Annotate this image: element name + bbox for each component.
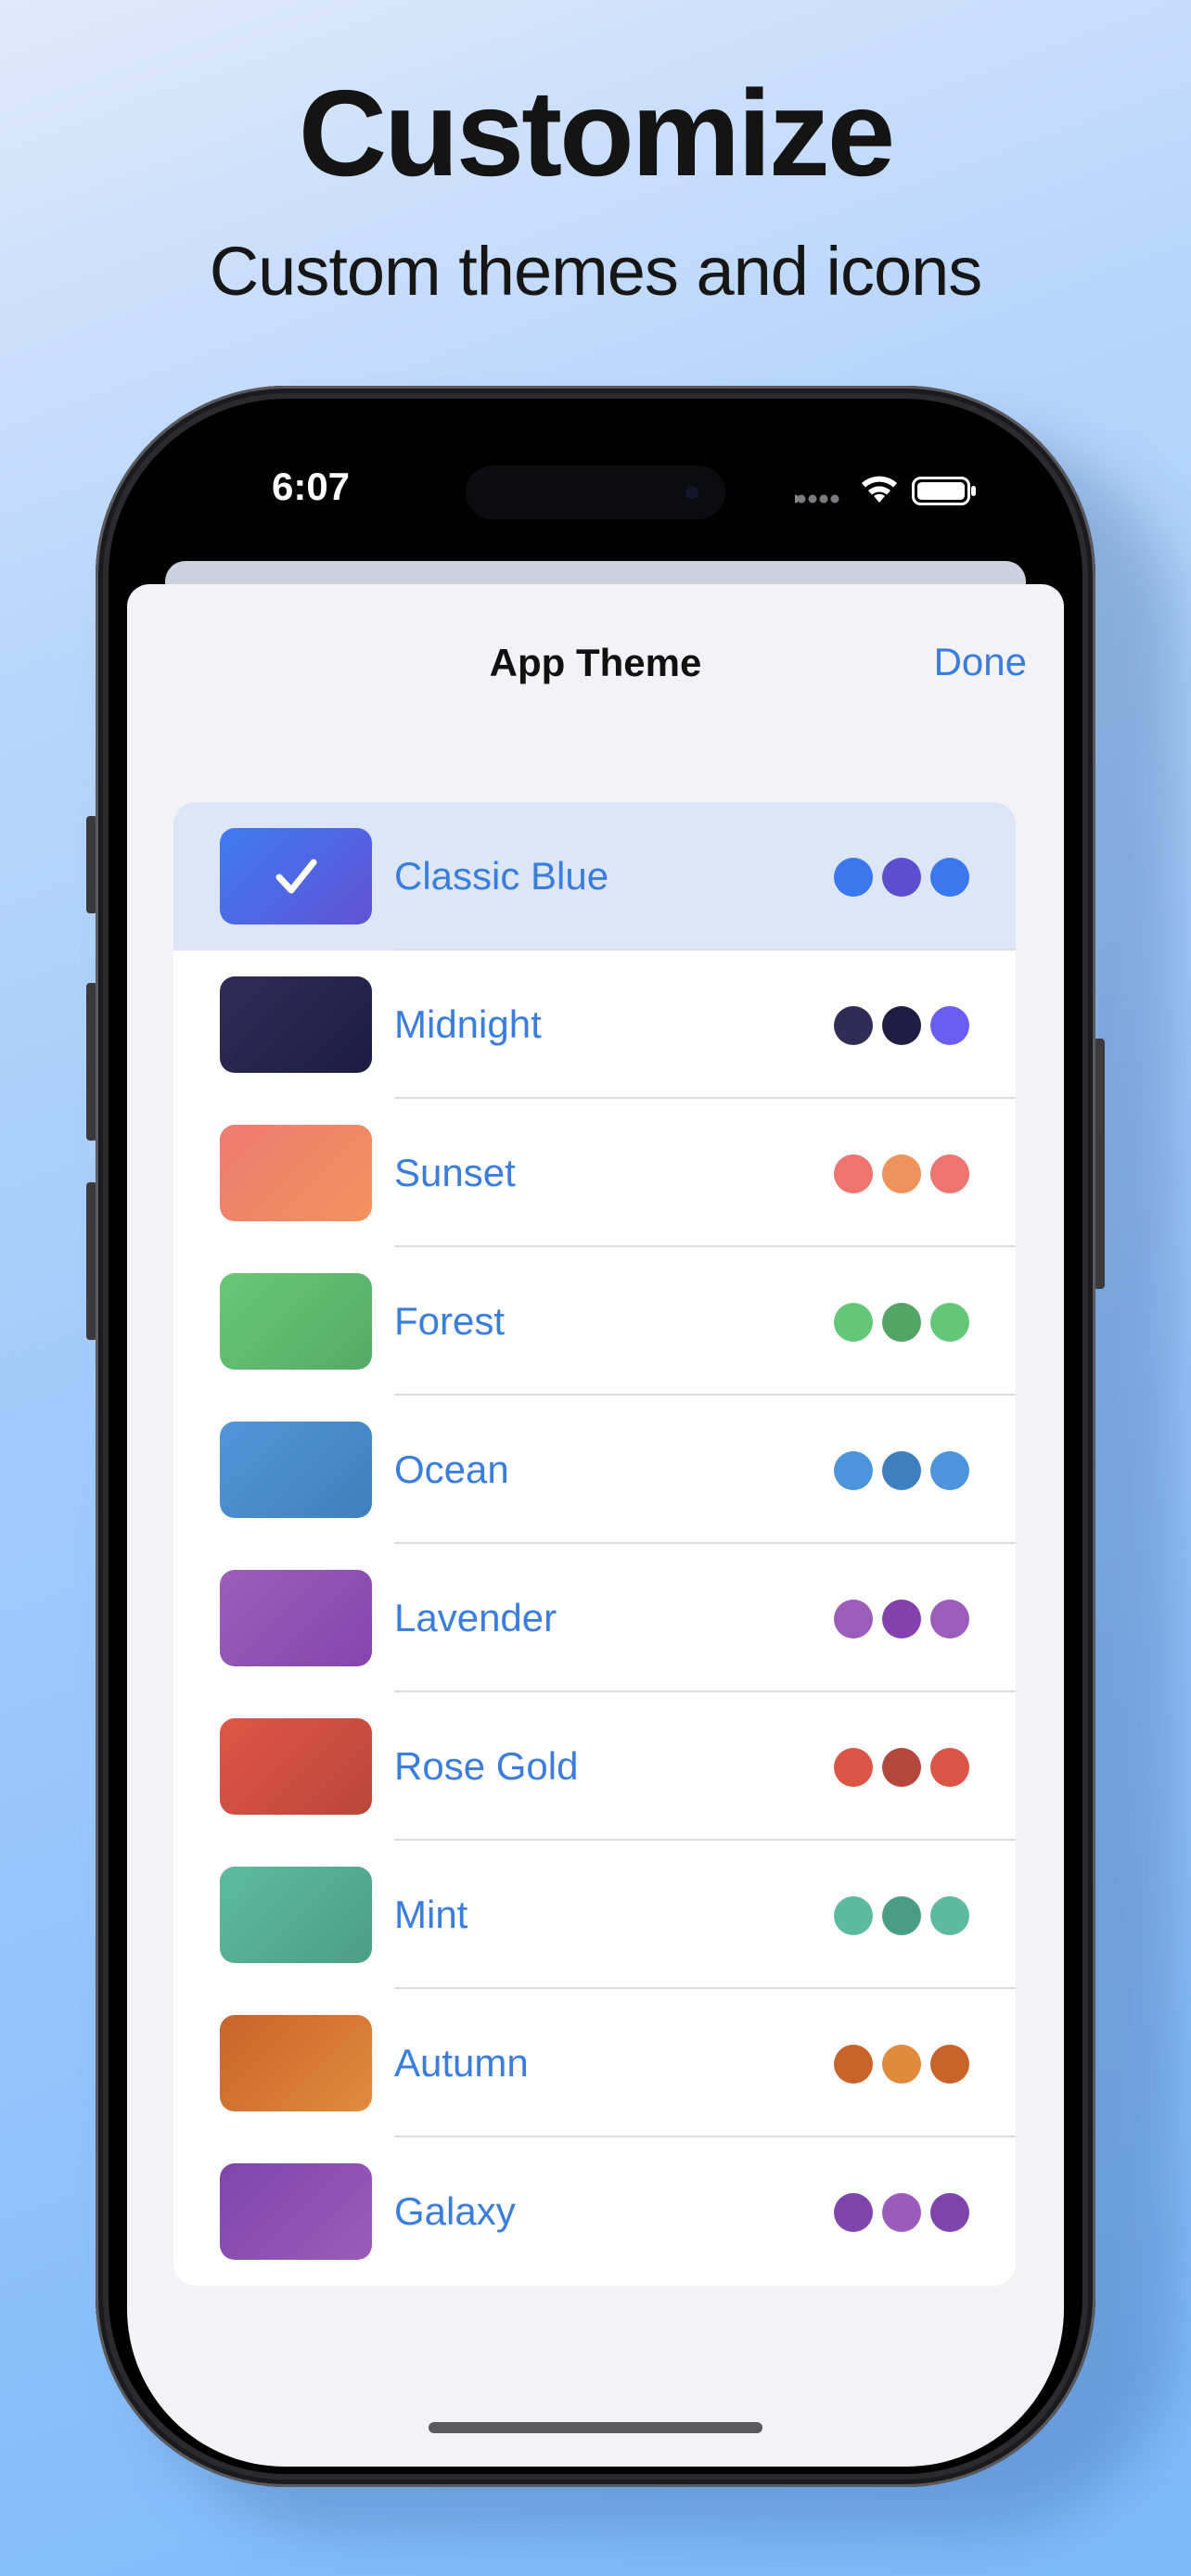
color-dot bbox=[834, 858, 873, 897]
color-dot bbox=[834, 1600, 873, 1639]
theme-swatch bbox=[220, 1125, 372, 1221]
color-dot bbox=[930, 1303, 969, 1342]
camera-icon bbox=[680, 480, 704, 504]
color-dot bbox=[882, 1451, 921, 1490]
theme-row[interactable]: Sunset bbox=[173, 1099, 1016, 1247]
color-dot bbox=[834, 1006, 873, 1045]
color-dot bbox=[882, 1154, 921, 1193]
theme-row[interactable]: Galaxy bbox=[173, 2137, 1016, 2286]
color-dot bbox=[834, 2045, 873, 2084]
theme-row[interactable]: Lavender bbox=[173, 1544, 1016, 1692]
cellular-icon-dots bbox=[797, 494, 839, 504]
theme-color-dots bbox=[834, 1600, 969, 1639]
color-dot bbox=[930, 1006, 969, 1045]
theme-name: Galaxy bbox=[394, 2189, 516, 2233]
theme-row[interactable]: Forest bbox=[173, 1247, 1016, 1396]
color-dot bbox=[882, 858, 921, 897]
theme-swatch bbox=[220, 1570, 372, 1666]
theme-name: Ocean bbox=[394, 1447, 509, 1491]
theme-name: Mint bbox=[394, 1893, 468, 1936]
theme-name: Autumn bbox=[394, 2041, 529, 2085]
color-dot bbox=[882, 1006, 921, 1045]
theme-name: Sunset bbox=[394, 1151, 516, 1194]
color-dot bbox=[930, 1154, 969, 1193]
status-icons bbox=[795, 476, 976, 505]
color-dot bbox=[882, 2193, 921, 2232]
theme-color-dots bbox=[834, 1154, 969, 1193]
theme-color-dots bbox=[834, 1006, 969, 1045]
theme-name: Lavender bbox=[394, 1596, 557, 1639]
theme-list: Classic Blue Midnight Sunset Forest Ocean Lav… bbox=[173, 802, 1016, 2286]
theme-row[interactable]: Midnight bbox=[173, 950, 1016, 1099]
theme-color-dots bbox=[834, 1748, 969, 1787]
color-dot bbox=[930, 2045, 969, 2084]
color-dot bbox=[930, 1896, 969, 1935]
theme-row[interactable]: Rose Gold bbox=[173, 1692, 1016, 1841]
theme-name: Classic Blue bbox=[394, 854, 609, 898]
color-dot bbox=[834, 2193, 873, 2232]
color-dot bbox=[930, 2193, 969, 2232]
color-dot bbox=[930, 1451, 969, 1490]
color-dot bbox=[882, 2045, 921, 2084]
color-dot bbox=[930, 1600, 969, 1639]
theme-color-dots bbox=[834, 1303, 969, 1342]
color-dot bbox=[834, 1303, 873, 1342]
theme-swatch bbox=[220, 2015, 372, 2111]
theme-row[interactable]: Mint bbox=[173, 1841, 1016, 1989]
theme-swatch bbox=[220, 976, 372, 1073]
theme-swatch bbox=[220, 1867, 372, 1963]
theme-sheet: App Theme Done Classic Blue Midnight Sunse… bbox=[127, 584, 1064, 2467]
theme-name: Forest bbox=[394, 1299, 506, 1343]
theme-swatch bbox=[220, 1273, 372, 1370]
theme-color-dots bbox=[834, 2045, 969, 2084]
theme-color-dots bbox=[834, 1896, 969, 1935]
theme-color-dots bbox=[834, 2193, 969, 2232]
status-time: 6:07 bbox=[271, 465, 351, 508]
theme-color-dots bbox=[834, 858, 969, 897]
theme-row[interactable]: Ocean bbox=[173, 1396, 1016, 1544]
done-button[interactable]: Done bbox=[934, 639, 1027, 685]
checkmark-icon bbox=[275, 859, 317, 894]
color-dot bbox=[882, 1748, 921, 1787]
color-dot bbox=[834, 1154, 873, 1193]
color-dot bbox=[930, 1748, 969, 1787]
color-dot bbox=[930, 858, 969, 897]
nav-title: App Theme bbox=[489, 641, 702, 684]
color-dot bbox=[882, 1600, 921, 1639]
theme-row[interactable]: Autumn bbox=[173, 1989, 1016, 2137]
theme-swatch bbox=[220, 1422, 372, 1518]
home-indicator[interactable] bbox=[429, 2422, 762, 2433]
wifi-icon bbox=[862, 476, 897, 503]
theme-row[interactable]: Classic Blue bbox=[173, 802, 1016, 950]
color-dot bbox=[834, 1748, 873, 1787]
phone-screen: 6:07 App Theme Done Classic Blue Midnight… bbox=[127, 408, 1064, 2467]
theme-color-dots bbox=[834, 1451, 969, 1490]
color-dot bbox=[882, 1896, 921, 1935]
theme-swatch bbox=[220, 1718, 372, 1815]
theme-swatch bbox=[220, 2163, 372, 2260]
theme-swatch bbox=[220, 828, 372, 925]
marketing-headline: Customize bbox=[298, 65, 895, 201]
theme-name: Midnight bbox=[394, 1002, 542, 1046]
color-dot bbox=[882, 1303, 921, 1342]
theme-name: Rose Gold bbox=[394, 1744, 579, 1788]
color-dot bbox=[834, 1451, 873, 1490]
color-dot bbox=[834, 1896, 873, 1935]
marketing-subhead: Custom themes and icons bbox=[209, 233, 983, 310]
battery-icon bbox=[912, 477, 976, 505]
